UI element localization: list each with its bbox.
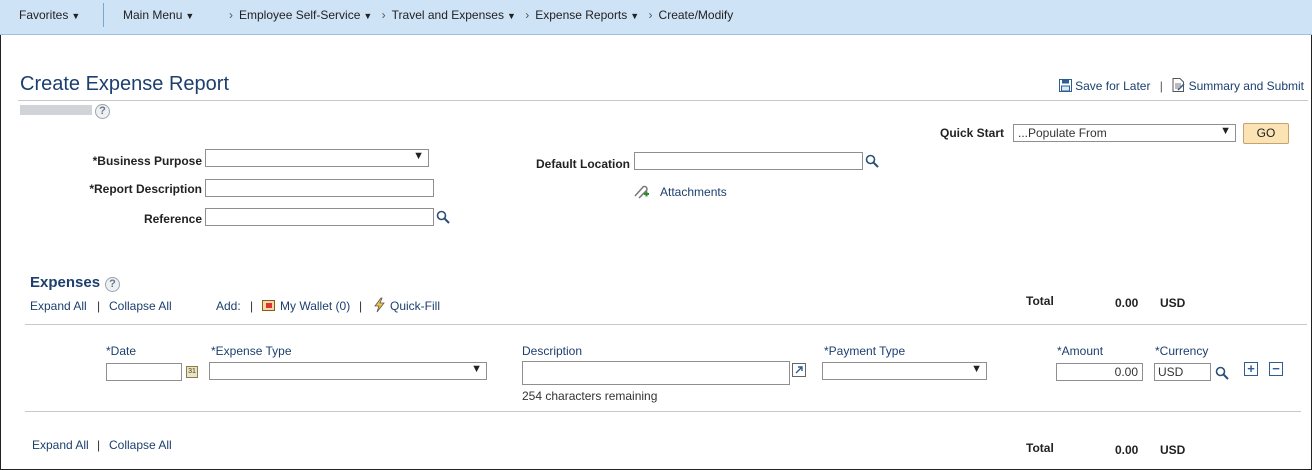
business-purpose-label: *Business Purpose bbox=[92, 154, 202, 168]
pipe-divider: | bbox=[359, 299, 363, 313]
quick-start-label: Quick Start bbox=[940, 126, 1005, 140]
date-input[interactable] bbox=[106, 363, 182, 381]
main-menu[interactable]: Main Menu ▼ bbox=[123, 8, 194, 22]
total-label-bottom: Total bbox=[1026, 441, 1054, 455]
lightning-icon[interactable] bbox=[372, 297, 386, 313]
pipe-divider: | bbox=[97, 299, 101, 313]
save-for-later-link[interactable]: Save for Later bbox=[1075, 79, 1150, 93]
pipe-divider: | bbox=[250, 299, 254, 313]
page-actions: Save for Later | Summary and Submit bbox=[1058, 78, 1304, 93]
expense-type-column-header: *Expense Type bbox=[211, 344, 292, 358]
attachments-link[interactable]: Attachments bbox=[660, 185, 727, 199]
section-divider bbox=[25, 324, 1307, 325]
payment-type-select[interactable]: ▼ bbox=[822, 362, 987, 380]
page-title: Create Expense Report bbox=[20, 73, 230, 95]
paperclip-icon[interactable] bbox=[632, 183, 650, 199]
favorites-menu[interactable]: Favorites ▼ bbox=[19, 8, 80, 22]
total-label: Total bbox=[1026, 294, 1054, 308]
payment-type-column-header: *Payment Type bbox=[824, 344, 906, 358]
expand-textarea-icon[interactable] bbox=[792, 363, 806, 377]
go-button[interactable]: GO bbox=[1243, 123, 1289, 144]
expand-all-link-bottom[interactable]: Expand All bbox=[32, 438, 89, 452]
currency-input[interactable]: USD bbox=[1154, 363, 1211, 381]
help-icon[interactable]: ? bbox=[95, 104, 110, 119]
wallet-icon[interactable] bbox=[262, 298, 276, 312]
breadcrumb-employee-self-service[interactable]: Employee Self-Service bbox=[239, 8, 360, 22]
chevron-down-icon: ▼ bbox=[471, 363, 482, 375]
breadcrumb-expense-reports[interactable]: Expense Reports bbox=[535, 8, 627, 22]
breadcrumb: › Employee Self-Service ▼ › Travel and Expe… bbox=[229, 8, 734, 22]
delete-row-minus-icon[interactable]: − bbox=[1269, 362, 1283, 376]
search-icon[interactable] bbox=[1215, 366, 1229, 380]
amount-column-header: *Amount bbox=[1057, 344, 1104, 358]
total-currency: USD bbox=[1160, 296, 1186, 310]
reference-input[interactable] bbox=[205, 208, 434, 226]
summary-icon[interactable] bbox=[1172, 78, 1188, 93]
top-navigation-bar: Favorites ▼ Main Menu ▼ › Employee Self-Ser… bbox=[0, 0, 1312, 35]
search-icon[interactable] bbox=[436, 210, 450, 224]
quick-fill-link[interactable]: Quick-Fill bbox=[390, 299, 440, 313]
my-wallet-link[interactable]: My Wallet (0) bbox=[280, 299, 350, 313]
currency-column-header: *Currency bbox=[1155, 344, 1209, 358]
date-column-header: *Date bbox=[106, 344, 137, 358]
expand-all-link[interactable]: Expand All bbox=[30, 299, 87, 313]
calendar-icon[interactable]: 31 bbox=[186, 366, 198, 378]
add-row-plus-icon[interactable]: + bbox=[1244, 362, 1258, 376]
add-label: Add: bbox=[216, 299, 241, 313]
report-description-label: *Report Description bbox=[89, 182, 202, 196]
pipe-divider: | bbox=[97, 438, 101, 452]
default-location-label: Default Location bbox=[536, 157, 631, 171]
business-purpose-select[interactable]: ▼ bbox=[205, 149, 429, 167]
description-textarea[interactable] bbox=[522, 361, 790, 385]
amount-input[interactable]: 0.00 bbox=[1056, 363, 1143, 381]
save-icon[interactable] bbox=[1058, 79, 1075, 93]
default-location-input[interactable] bbox=[634, 152, 863, 170]
total-value: 0.00 bbox=[1115, 296, 1139, 310]
chevron-down-icon: ▼ bbox=[1220, 125, 1231, 137]
description-column-header: Description bbox=[522, 344, 583, 358]
reference-label: Reference bbox=[143, 212, 202, 226]
chevron-down-icon: ▼ bbox=[413, 150, 424, 162]
title-divider bbox=[18, 100, 1308, 101]
help-icon[interactable]: ? bbox=[105, 277, 120, 292]
masked-employee-name bbox=[20, 105, 92, 115]
summary-and-submit-link[interactable]: Summary and Submit bbox=[1189, 79, 1304, 93]
total-value-bottom: 0.00 bbox=[1115, 443, 1139, 457]
collapse-all-link[interactable]: Collapse All bbox=[109, 299, 172, 313]
nav-divider bbox=[103, 3, 104, 27]
expense-type-select[interactable]: ▼ bbox=[209, 362, 487, 380]
characters-remaining-text: 254 characters remaining bbox=[522, 389, 658, 403]
search-icon[interactable] bbox=[865, 154, 879, 168]
collapse-all-link-bottom[interactable]: Collapse All bbox=[109, 438, 172, 452]
chevron-down-icon: ▼ bbox=[971, 363, 982, 375]
breadcrumb-create-modify[interactable]: Create/Modify bbox=[659, 8, 734, 22]
report-description-input[interactable] bbox=[205, 179, 434, 197]
breadcrumb-travel-and-expenses[interactable]: Travel and Expenses bbox=[392, 8, 504, 22]
expenses-section-title: Expenses bbox=[30, 274, 101, 291]
row-divider bbox=[25, 411, 1301, 412]
total-currency-bottom: USD bbox=[1160, 443, 1186, 457]
quick-start-select[interactable]: ...Populate From ▼ bbox=[1013, 124, 1236, 142]
